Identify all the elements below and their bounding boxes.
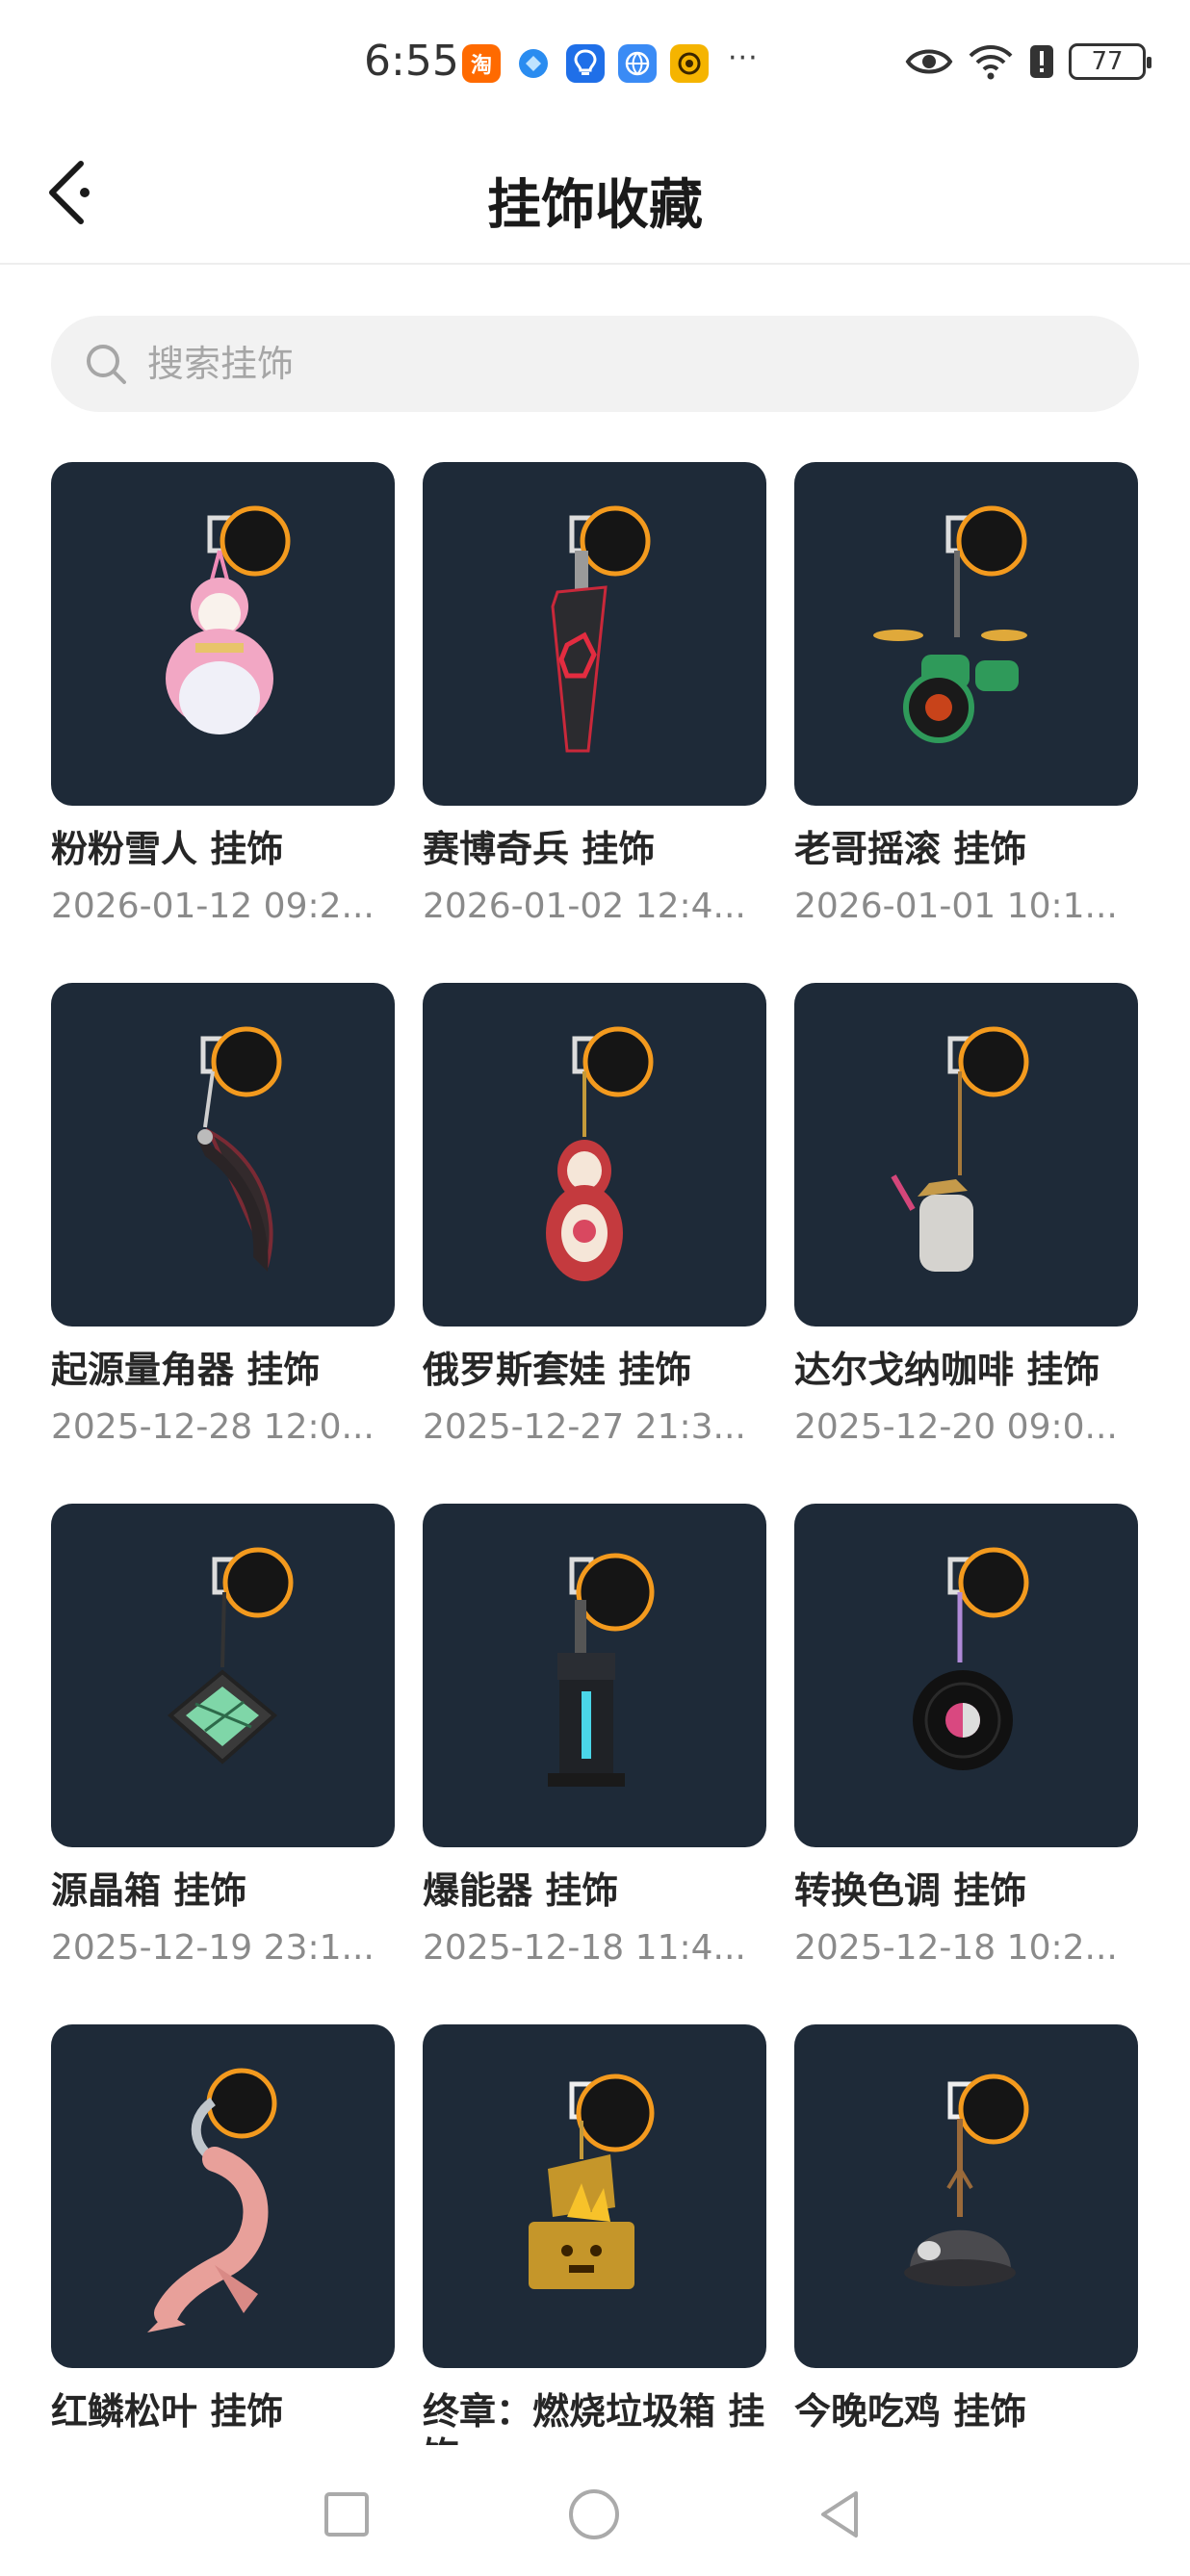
circle-icon: [569, 2489, 619, 2539]
charm-date: 2025-12-19 23:1...: [51, 1928, 375, 1968]
charm-card[interactable]: 今晚吃鸡 挂饰: [794, 2024, 1138, 2434]
charm-title: 起源量角器 挂饰: [51, 1349, 321, 1391]
cyber-tag-charm-icon: [423, 462, 766, 806]
charm-date: 2026-01-01 10:1...: [794, 887, 1118, 926]
charm-date: 2025-12-28 12:0...: [51, 1407, 375, 1447]
status-app-icons: 淘 ···: [462, 40, 759, 83]
charm-card[interactable]: 红鳞松叶 挂饰: [51, 2024, 395, 2434]
charm-date: 2025-12-18 11:4...: [423, 1928, 746, 1968]
charm-title: 老哥摇滚 挂饰: [794, 828, 1027, 870]
charm-card[interactable]: 老哥摇滚 挂饰 2026-01-01 10:1...: [794, 462, 1138, 926]
eye-icon: [905, 49, 953, 74]
header: 挂饰收藏: [0, 116, 1190, 265]
app-blue-icon: [514, 44, 553, 83]
vinyl-record-charm-icon: [794, 1504, 1138, 1847]
square-icon: [324, 2492, 369, 2537]
charm-title: 俄罗斯套娃 挂饰: [423, 1349, 692, 1391]
status-indicators: 77: [905, 42, 1151, 81]
recent-apps-button[interactable]: [318, 2486, 375, 2543]
charm-title: 终章：燃烧垃圾箱 挂饰: [423, 2390, 765, 2445]
charm-card[interactable]: 俄罗斯套娃 挂饰 2025-12-27 21:3...: [423, 983, 766, 1447]
charm-grid: 粉粉雪人 挂饰 2026-01-12 09:2... 赛博奇兵 挂饰 2026-…: [51, 462, 1139, 2445]
charm-card[interactable]: 爆能器 挂饰 2025-12-18 11:4...: [423, 1504, 766, 1968]
charm-title: 粉粉雪人 挂饰: [51, 828, 284, 870]
search-bar[interactable]: [51, 316, 1139, 412]
coffee-cup-charm-icon: [794, 983, 1138, 1327]
charm-date: 2026-01-02 12:4...: [423, 887, 746, 926]
battery-indicator: 77: [1069, 43, 1151, 80]
charm-date: 2026-01-12 09:2...: [51, 887, 375, 926]
lightbulb-app-icon: [566, 44, 605, 83]
koi-fish-charm-icon: [51, 2024, 395, 2368]
charm-card[interactable]: 终章：燃烧垃圾箱 挂饰: [423, 2024, 766, 2445]
alert-icon: [1030, 45, 1053, 78]
charm-title: 赛博奇兵 挂饰: [423, 828, 656, 870]
charm-title: 达尔戈纳咖啡 挂饰: [794, 1349, 1100, 1391]
charm-title: 转换色调 挂饰: [794, 1869, 1027, 1912]
blaster-charm-icon: [423, 1504, 766, 1847]
charm-card[interactable]: 源晶箱 挂饰 2025-12-19 23:1...: [51, 1504, 395, 1968]
triangle-back-icon: [821, 2491, 858, 2537]
charm-card[interactable]: 起源量角器 挂饰 2025-12-28 12:0...: [51, 983, 395, 1447]
matryoshka-charm-icon: [423, 983, 766, 1327]
charm-card[interactable]: 转换色调 挂饰 2025-12-18 10:2...: [794, 1504, 1138, 1968]
charm-title: 源晶箱 挂饰: [51, 1869, 247, 1912]
camera-app-icon: [670, 44, 709, 83]
wifi-icon: [969, 45, 1013, 80]
more-notifications-icon: ···: [728, 40, 759, 75]
search-icon: [87, 345, 126, 384]
snowman-charm-icon: [51, 462, 395, 806]
burning-trash-bin-charm-icon: [423, 2024, 766, 2368]
charm-card[interactable]: 达尔戈纳咖啡 挂饰 2025-12-20 09:0...: [794, 983, 1138, 1447]
charm-date: 2025-12-27 21:3...: [423, 1407, 746, 1447]
back-nav-button[interactable]: [812, 2486, 869, 2543]
taobao-icon: 淘: [462, 44, 501, 83]
crystal-box-charm-icon: [51, 1504, 395, 1847]
status-bar: 6:55 淘 ··· 77: [0, 0, 1190, 116]
browser-app-icon: [618, 44, 657, 83]
status-time: 6:55: [364, 37, 459, 86]
charm-date: 2025-12-20 09:0...: [794, 1407, 1118, 1447]
home-button[interactable]: [565, 2486, 623, 2543]
charm-title: 爆能器 挂饰: [423, 1869, 619, 1912]
charm-date: 2025-12-18 10:2...: [794, 1928, 1118, 1968]
protractor-charm-icon: [51, 983, 395, 1327]
helmet-charm-icon: [794, 2024, 1138, 2368]
page-title: 挂饰收藏: [487, 174, 703, 237]
charm-card[interactable]: 粉粉雪人 挂饰 2026-01-12 09:2...: [51, 462, 395, 926]
system-nav-bar: [0, 2445, 1190, 2576]
search-input[interactable]: [147, 343, 1014, 385]
charm-card[interactable]: 赛博奇兵 挂饰 2026-01-02 12:4...: [423, 462, 766, 926]
charm-title: 红鳞松叶 挂饰: [51, 2390, 284, 2433]
charm-title: 今晚吃鸡 挂饰: [794, 2390, 1027, 2433]
drum-kit-charm-icon: [794, 462, 1138, 806]
